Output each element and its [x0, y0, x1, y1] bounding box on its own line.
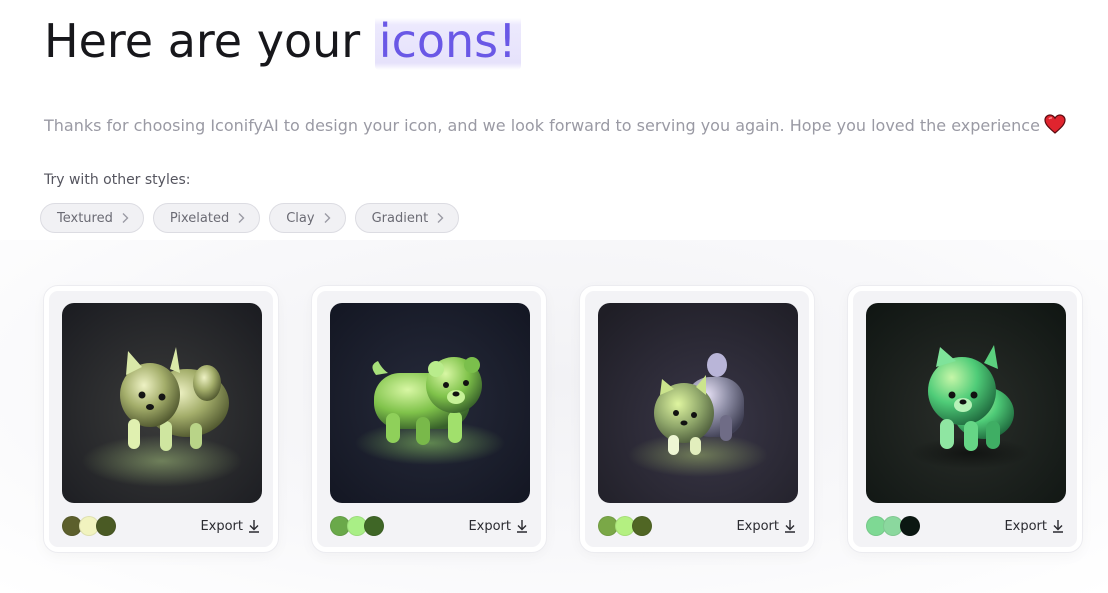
export-label: Export [200, 518, 243, 534]
chip-label: Pixelated [169, 210, 230, 226]
chevron-right-icon [238, 213, 245, 223]
title-highlight: icons! [374, 12, 521, 70]
page-subtitle: Thanks for choosing IconifyAI to design … [44, 114, 1066, 138]
styles-label: Try with other styles: [44, 172, 191, 188]
chevron-right-icon [324, 213, 331, 223]
generated-icon-image[interactable] [330, 303, 530, 503]
generated-icon-image[interactable] [598, 303, 798, 503]
style-chip-gradient[interactable]: Gradient [354, 203, 460, 233]
export-label: Export [1004, 518, 1047, 534]
chip-label: Clay [286, 210, 315, 226]
color-swatch[interactable] [364, 516, 384, 536]
icon-results: Export Export Export Export [44, 286, 1082, 552]
chip-label: Gradient [371, 210, 429, 226]
subtitle-text: Thanks for choosing IconifyAI to design … [44, 116, 1040, 135]
download-icon [1053, 520, 1063, 533]
download-icon [249, 520, 259, 533]
export-button[interactable]: Export [468, 516, 528, 536]
download-icon [517, 520, 527, 533]
chevron-right-icon [122, 213, 129, 223]
color-palette [330, 516, 384, 536]
icon-card: Export [580, 286, 814, 552]
style-chips: Textured Pixelated Clay Gradient [40, 203, 460, 233]
color-palette [62, 516, 116, 536]
title-prefix: Here are your [44, 14, 375, 68]
export-label: Export [736, 518, 779, 534]
icon-card: Export [848, 286, 1082, 552]
export-button[interactable]: Export [200, 516, 260, 536]
style-chip-clay[interactable]: Clay [269, 203, 346, 233]
color-swatch[interactable] [900, 516, 920, 536]
style-chip-pixelated[interactable]: Pixelated [152, 203, 261, 233]
color-swatch[interactable] [632, 516, 652, 536]
page-title: Here are your icons! [44, 12, 521, 70]
export-button[interactable]: Export [1004, 516, 1064, 536]
heart-icon [1044, 114, 1066, 138]
icon-card: Export [312, 286, 546, 552]
style-chip-textured[interactable]: Textured [40, 203, 144, 233]
color-palette [598, 516, 652, 536]
chevron-right-icon [437, 213, 444, 223]
export-label: Export [468, 518, 511, 534]
generated-icon-image[interactable] [62, 303, 262, 503]
icon-card: Export [44, 286, 278, 552]
color-swatch[interactable] [96, 516, 116, 536]
color-palette [866, 516, 920, 536]
chip-label: Textured [57, 210, 113, 226]
download-icon [785, 520, 795, 533]
export-button[interactable]: Export [736, 516, 796, 536]
generated-icon-image[interactable] [866, 303, 1066, 503]
